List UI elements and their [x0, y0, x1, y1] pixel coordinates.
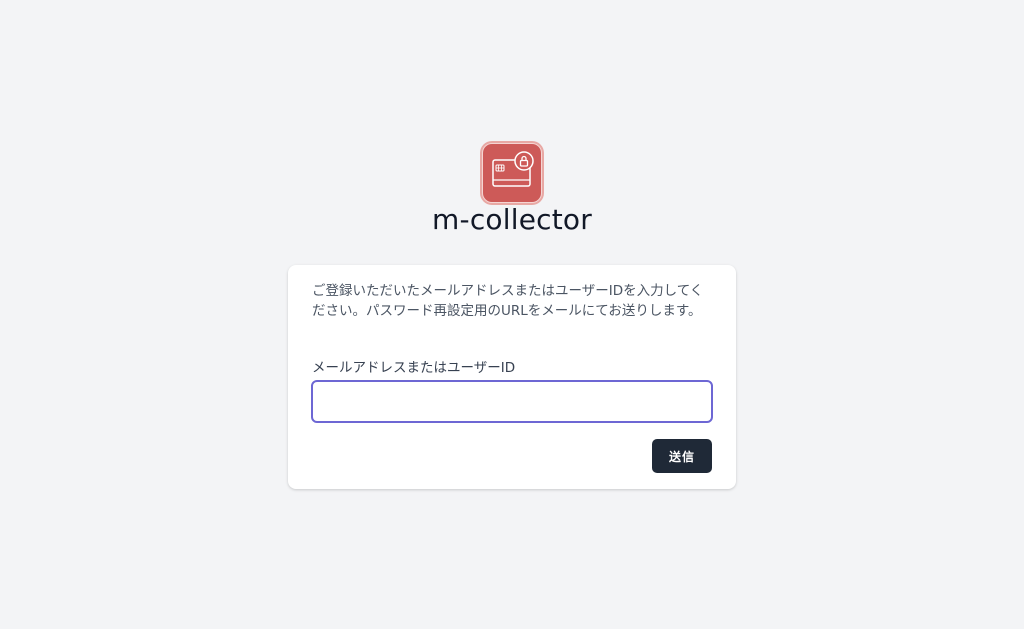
app-title: m-collector	[432, 203, 592, 236]
credit-card-lock-icon	[482, 143, 542, 203]
password-reset-card: ご登録いただいたメールアドレスまたはユーザーIDを入力してください。パスワード再…	[288, 265, 736, 489]
card-lock-svg	[492, 151, 534, 187]
instructions-text: ご登録いただいたメールアドレスまたはユーザーIDを入力してください。パスワード再…	[312, 283, 704, 319]
email-or-userid-input[interactable]	[311, 380, 713, 423]
submit-button[interactable]: 送信	[652, 439, 712, 473]
email-or-userid-label: メールアドレスまたはユーザーID	[312, 360, 516, 376]
page: m-collector ご登録いただいたメールアドレスまたはユーザーIDを入力し…	[0, 0, 1024, 629]
app-logo	[480, 141, 544, 205]
